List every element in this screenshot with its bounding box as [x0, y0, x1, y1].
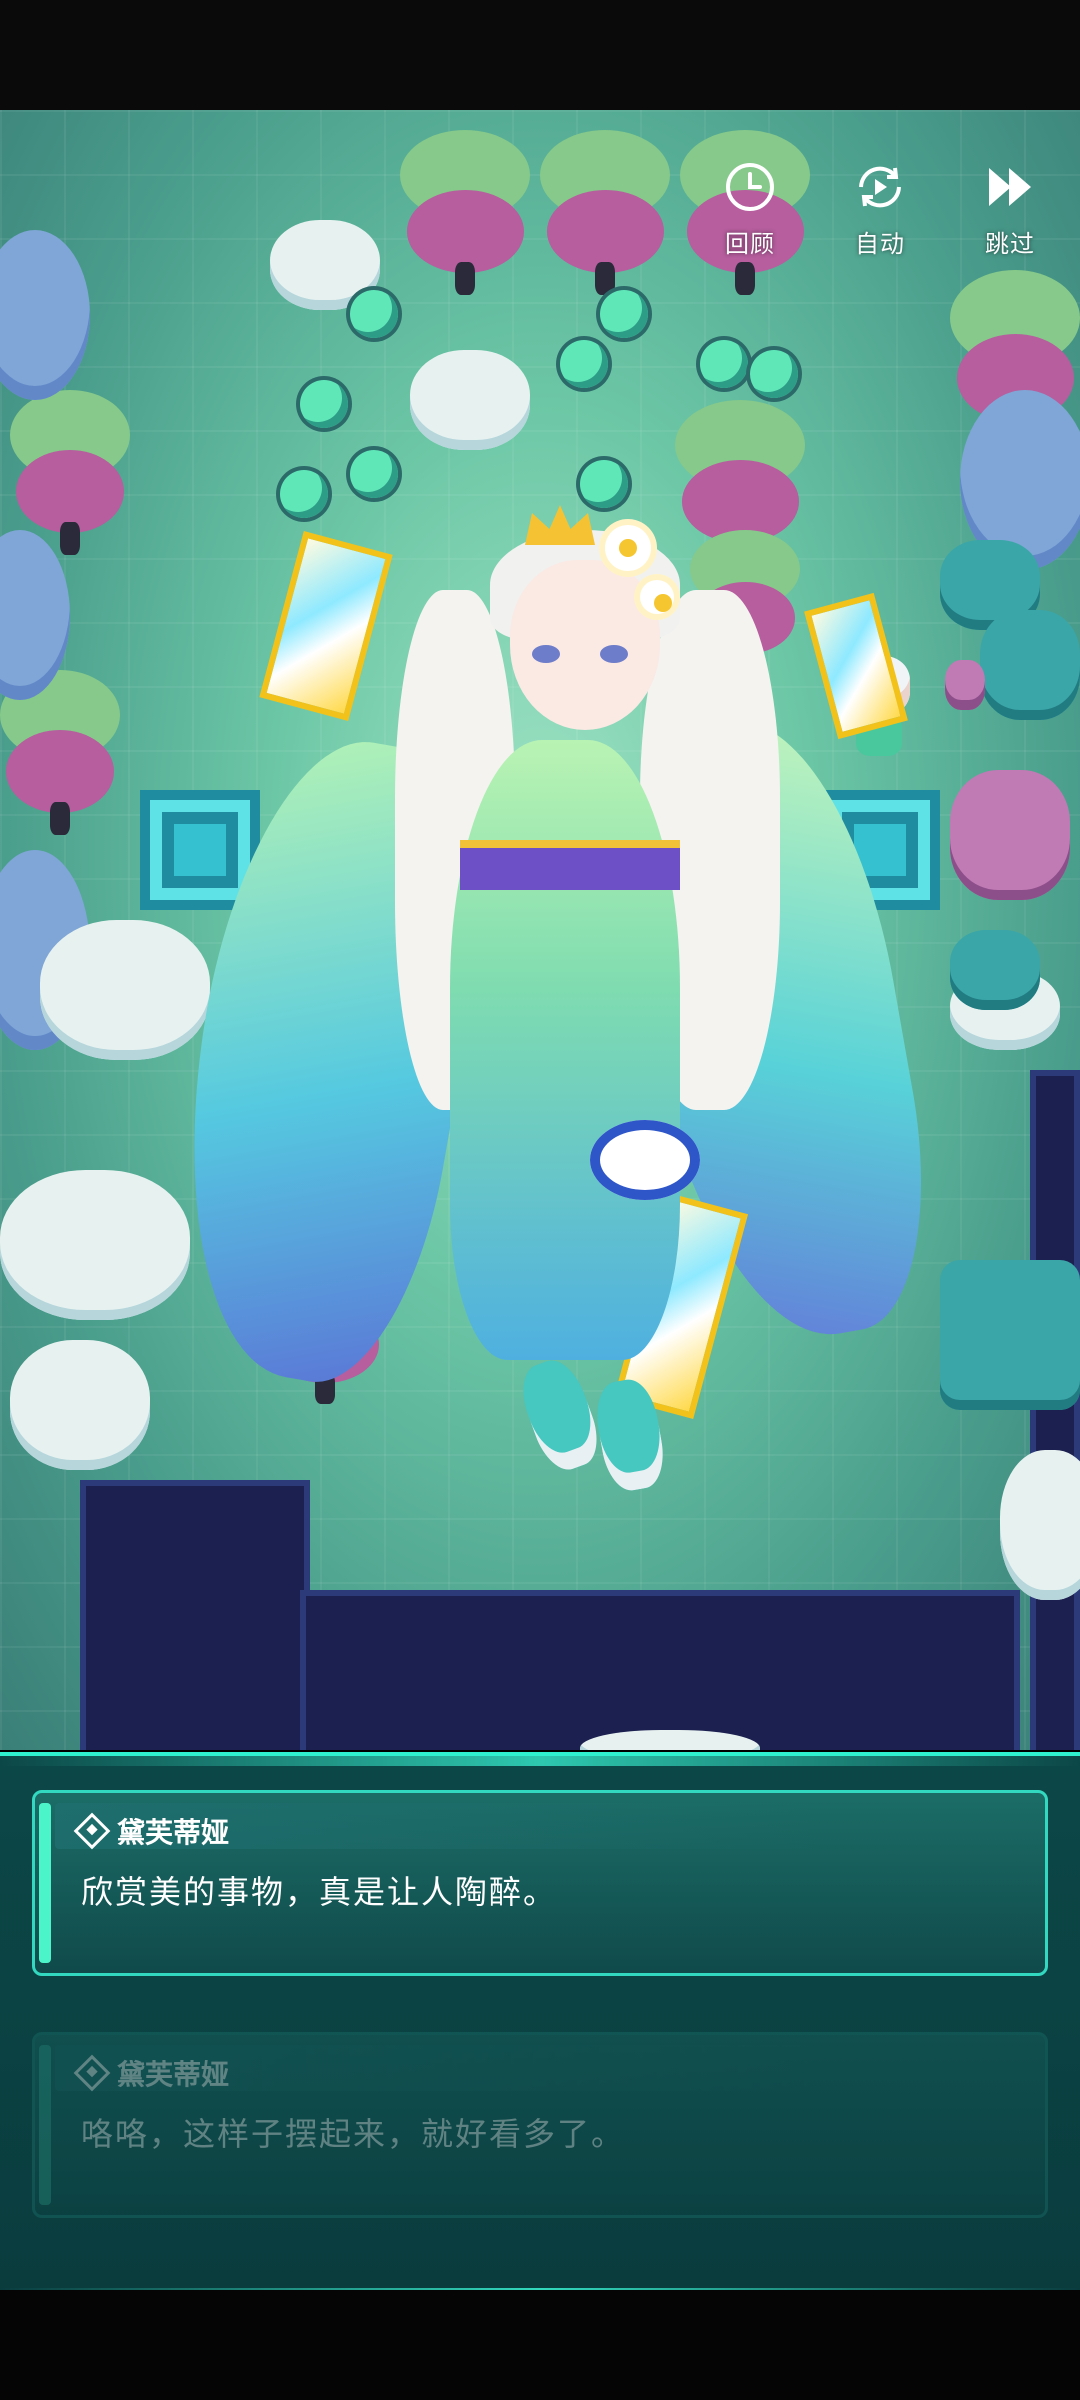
dialogue-panel[interactable]: 黛芙蒂娅 欣赏美的事物，真是让人陶醉。 黛芙蒂娅 咯咯，这样子摆起来，就好看多了… [0, 1752, 1080, 2294]
clock-icon [726, 163, 774, 211]
character-portrait [146, 480, 952, 1630]
eye-right [600, 645, 628, 663]
crown [525, 505, 595, 545]
pot [980, 610, 1080, 720]
obi-sash [460, 840, 680, 890]
dialogue-text: 咯咯，这样子摆起来，就好看多了。 [81, 2115, 626, 2153]
flower [605, 525, 651, 571]
dialogue-text: 欣赏美的事物，真是让人陶醉。 [81, 1873, 558, 1911]
bush [0, 1170, 190, 1320]
crystal-left [259, 531, 393, 721]
speaker-name: 黛芙蒂娅 [73, 1811, 230, 1851]
orb-plant [560, 340, 608, 388]
review-label: 回顾 [725, 230, 775, 258]
tree [10, 390, 130, 555]
dialogue-accent-bar [39, 2045, 51, 2205]
pot [950, 930, 1040, 1010]
bush [1000, 1450, 1080, 1600]
dialogue-box-previous: 黛芙蒂娅 咯咯，这样子摆起来，就好看多了。 [32, 2032, 1048, 2218]
tree [400, 130, 530, 295]
speaker-name: 黛芙蒂娅 [73, 2053, 230, 2093]
pot [945, 660, 985, 710]
orb-plant [300, 380, 348, 428]
pot [940, 1260, 1080, 1410]
bottom-letterbox [0, 2290, 1080, 2400]
bush [10, 1340, 150, 1470]
face [510, 560, 660, 730]
pot [950, 770, 1070, 900]
skip-label: 跳过 [985, 230, 1035, 258]
speaker-name-text: 黛芙蒂娅 [117, 1816, 230, 1849]
dialogue-box-current[interactable]: 黛芙蒂娅 欣赏美的事物，真是让人陶醉。 [32, 1790, 1048, 1976]
speaker-name-text: 黛芙蒂娅 [117, 2058, 230, 2091]
auto-label: 自动 [855, 230, 905, 258]
review-button[interactable]: 回顾 [708, 160, 792, 259]
top-letterbox [0, 0, 1080, 110]
tree [540, 130, 670, 295]
skip-button[interactable]: 跳过 [968, 160, 1052, 259]
foot [512, 1353, 608, 1477]
dialogue-accent-bar [39, 1803, 51, 1963]
flower [640, 580, 674, 614]
fast-forward-icon [989, 168, 1031, 206]
crystal-right [804, 592, 908, 740]
dialog-controls: 回顾 自动 跳过 [708, 160, 1052, 259]
orb-plant [600, 290, 648, 338]
bush [410, 350, 530, 450]
diamond-icon [73, 1812, 111, 1850]
void-area-right [1030, 1070, 1080, 1750]
auto-button[interactable]: 自动 [838, 160, 922, 259]
orb-plant [350, 290, 398, 338]
diamond-icon [73, 2054, 111, 2092]
robe [450, 740, 680, 1360]
eye-left [532, 645, 560, 663]
orb-plant [700, 340, 748, 388]
auto-play-icon [859, 166, 901, 208]
orb-plant [750, 350, 798, 398]
fan [590, 1120, 700, 1200]
